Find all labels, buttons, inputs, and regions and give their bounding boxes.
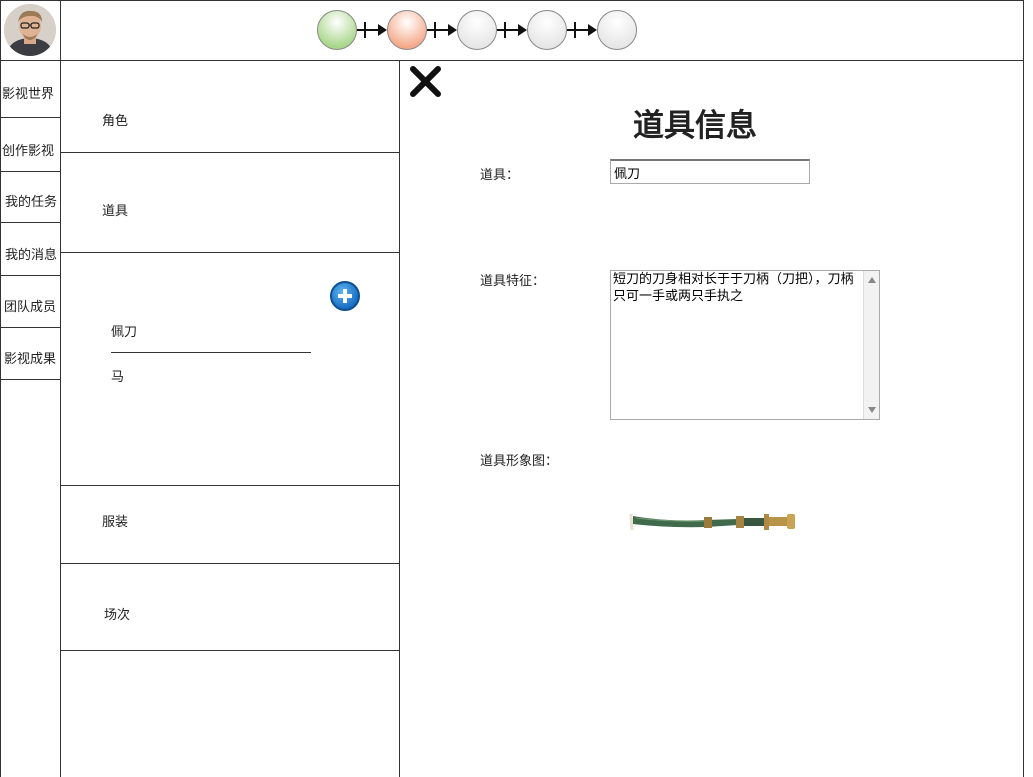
step-connector-tick — [504, 22, 506, 38]
prop-name-input[interactable] — [610, 159, 810, 184]
nav-item-label: 我的任务 — [5, 195, 58, 210]
nav-item-label: 影视成果 — [4, 352, 57, 367]
arrow-right-icon — [448, 24, 457, 36]
prop-list-divider — [111, 352, 311, 353]
progress-step[interactable] — [317, 10, 357, 50]
prop-desc-box: 短刀的刀身相对长于于刀柄（刀把），刀柄只可一手或两只手执之 — [610, 270, 880, 420]
nav-item-film-world[interactable]: 影视世界 — [0, 61, 60, 118]
prop-list-item[interactable]: 佩刀 — [111, 321, 137, 340]
step-connector — [567, 29, 589, 31]
arrow-right-icon — [518, 24, 527, 36]
header-divider — [60, 0, 61, 61]
nav-item-create-film[interactable]: 创作影视 — [0, 118, 60, 172]
category-divider — [61, 485, 400, 486]
nav-item-label: 创作影视 — [2, 144, 55, 159]
close-x-icon — [410, 66, 441, 97]
step-connector — [427, 29, 449, 31]
prop-list-item[interactable]: 马 — [111, 366, 124, 385]
progress-step[interactable] — [597, 10, 637, 50]
arrow-right-icon — [588, 24, 597, 36]
prop-desc-textarea[interactable]: 短刀的刀身相对长于于刀柄（刀把），刀柄只可一手或两只手执之 — [613, 271, 865, 419]
step-connector-tick — [574, 22, 576, 38]
arrow-right-icon — [378, 24, 387, 36]
user-avatar[interactable] — [4, 4, 56, 56]
nav-item-team-members[interactable]: 团队成员 — [0, 276, 60, 328]
category-divider — [61, 650, 400, 651]
category-scene[interactable]: 场次 — [104, 604, 130, 623]
avatar-portrait — [4, 4, 56, 56]
category-divider — [61, 152, 400, 153]
add-prop-button[interactable] — [330, 281, 360, 311]
prop-image-label: 道具形象图： — [480, 454, 559, 469]
progress-step[interactable] — [457, 10, 497, 50]
scroll-up-icon[interactable] — [868, 277, 876, 283]
nav-item-label: 我的消息 — [5, 248, 58, 263]
prop-desc-label: 道具特征： — [480, 274, 546, 289]
nav-item-label: 影视世界 — [2, 87, 55, 102]
sword-image — [629, 513, 795, 531]
desc-scrollbar[interactable] — [863, 271, 879, 419]
progress-step[interactable] — [527, 10, 567, 50]
step-connector-tick — [434, 22, 436, 38]
category-divider — [61, 252, 400, 253]
category-divider — [61, 563, 400, 564]
step-connector-tick — [364, 22, 366, 38]
category-column — [61, 61, 400, 777]
category-role[interactable]: 角色 — [102, 110, 128, 129]
nav-item-my-messages[interactable]: 我的消息 — [0, 223, 60, 276]
scroll-down-icon[interactable] — [868, 407, 876, 413]
category-costume[interactable]: 服装 — [102, 511, 128, 530]
close-button[interactable] — [408, 64, 444, 100]
nav-item-my-tasks[interactable]: 我的任务 — [0, 172, 60, 223]
step-connector — [497, 29, 519, 31]
prop-name-label: 道具： — [480, 168, 520, 183]
progress-step[interactable] — [387, 10, 427, 50]
nav-item-film-results[interactable]: 影视成果 — [0, 328, 60, 380]
nav-item-label: 团队成员 — [4, 300, 57, 315]
panel-title: 道具信息 — [633, 108, 757, 144]
category-props[interactable]: 道具 — [102, 200, 128, 219]
prop-image[interactable] — [628, 500, 800, 536]
step-connector — [357, 29, 379, 31]
